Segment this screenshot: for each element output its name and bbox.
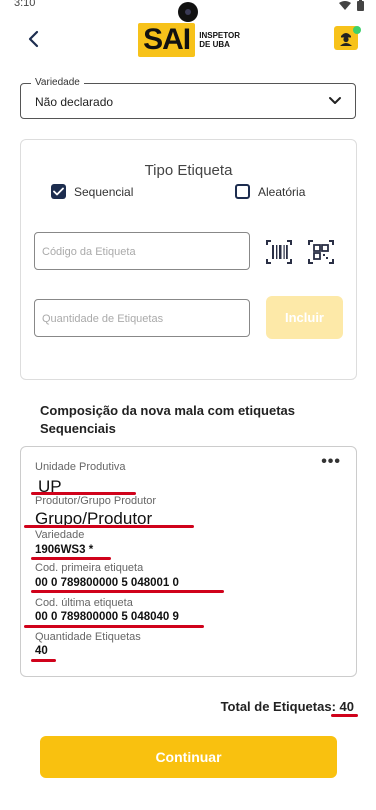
online-status-dot [353, 26, 361, 34]
chevron-down-icon [329, 97, 341, 104]
inspector-icon [340, 33, 352, 46]
random-option[interactable]: Aleatória [235, 184, 305, 199]
chevron-left-icon [28, 30, 39, 48]
total-tags: Total de Etiquetas: 40 [221, 699, 354, 714]
composition-title: Composição da nova mala com etiquetas Se… [40, 403, 296, 436]
annotation-underline [31, 590, 224, 593]
status-time: 3:10 [14, 0, 36, 9]
field-value-first-code: 00 0 789800000 5 048001 0 [35, 577, 179, 589]
field-label-first-code: Cod. primeira etiqueta [35, 562, 144, 574]
continue-button[interactable]: Continuar [40, 736, 337, 778]
tag-type-title: Tipo Etiqueta [144, 162, 233, 179]
more-options-icon[interactable]: ••• [321, 453, 341, 471]
barcode-scan-icon[interactable] [265, 238, 293, 266]
logo-subtitle: INSPETOR DE UBA [199, 31, 240, 49]
field-label-quantity: Quantidade Etiquetas [35, 631, 141, 643]
field-value-last-code: 00 0 789800000 5 048040 9 [35, 611, 179, 623]
annotation-underline [331, 714, 358, 717]
annotation-underline [31, 557, 111, 560]
total-value: 40 [339, 699, 354, 714]
total-label: Total de Etiquetas: [220, 699, 336, 714]
app-header: SAI INSPETOR DE UBA [0, 20, 376, 64]
composition-summary-card: ••• Unidade Produtiva UP Produtor/Grupo … [20, 446, 357, 677]
tag-quantity-input[interactable]: Quantidade de Etiquetas [34, 299, 250, 337]
annotation-underline [24, 625, 204, 628]
annotation-underline [24, 525, 194, 528]
variety-select-label: Variedade [31, 77, 84, 88]
sequential-checkbox[interactable] [51, 184, 66, 199]
wifi-icon [339, 0, 351, 14]
field-label-producer: Produtor/Grupo Produtor [35, 495, 157, 507]
logo-mark: SAI [138, 23, 196, 57]
field-label-last-code: Cod. última etiqueta [35, 597, 133, 609]
front-camera [178, 2, 198, 22]
app-logo: SAI INSPETOR DE UBA [138, 22, 240, 58]
qr-code-scan-icon[interactable] [307, 238, 335, 266]
tag-type-card: Tipo Etiqueta Sequencial Aleatória Códig… [20, 139, 357, 380]
random-checkbox[interactable] [235, 184, 250, 199]
field-label-variety: Variedade [35, 529, 85, 541]
status-icons [339, 0, 364, 14]
variety-select-value: Não declarado [35, 95, 114, 109]
status-bar: 3:10 [0, 0, 376, 22]
sequential-label: Sequencial [74, 184, 134, 199]
include-button[interactable]: Incluir [266, 296, 343, 339]
variety-select[interactable]: Variedade Não declarado [20, 77, 356, 119]
tag-code-input[interactable]: Código da Etiqueta [34, 232, 250, 270]
back-button[interactable] [20, 26, 46, 52]
sequential-option[interactable]: Sequencial [51, 184, 133, 199]
checkmark-icon [53, 187, 64, 196]
annotation-underline [31, 659, 56, 662]
field-value-quantity: 40 [35, 645, 48, 657]
field-label-productive-unit: Unidade Produtiva [35, 461, 126, 473]
field-value-variety: 1906WS3 * [35, 544, 94, 556]
battery-icon [357, 0, 364, 14]
random-label: Aleatória [258, 184, 306, 199]
